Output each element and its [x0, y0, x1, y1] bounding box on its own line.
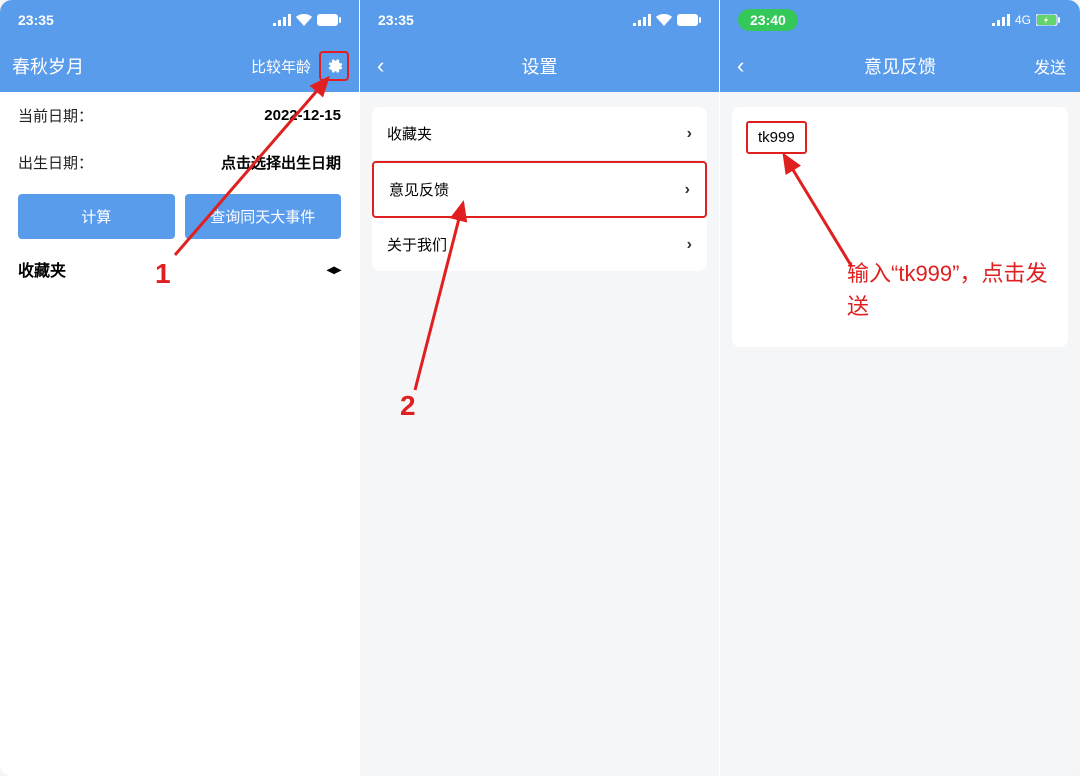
current-date-label: 当前日期：: [18, 105, 93, 126]
nav-bar: ‹ 意见反馈 发送: [720, 40, 1080, 92]
list-label: 收藏夹: [387, 123, 432, 144]
list-item-feedback[interactable]: 意见反馈 ›: [372, 161, 707, 218]
list-item-about[interactable]: 关于我们 ›: [372, 218, 707, 271]
nav-title: 设置: [522, 53, 558, 79]
birth-date-value: 点击选择出生日期: [221, 152, 341, 173]
status-bar: 23:35: [0, 0, 359, 40]
annotation-step-1: 1: [155, 258, 171, 290]
status-icons: 4G: [992, 13, 1062, 27]
settings-list: 收藏夹 › 意见反馈 › 关于我们 ›: [372, 107, 707, 271]
phone-settings: 23:35 ‹ 设置 收藏夹 › 意见反馈 › 关: [360, 0, 720, 776]
nav-title: 意见反馈: [864, 53, 936, 79]
gear-icon: [325, 57, 343, 75]
compare-age-link[interactable]: 比较年龄: [251, 56, 311, 77]
main-body: 当前日期： 2022-12-15 出生日期： 点击选择出生日期 计算 查询同天大…: [0, 92, 359, 299]
back-button[interactable]: ‹: [732, 53, 749, 79]
signal-icon: [273, 14, 291, 26]
favorites-section: 收藏夹 ◂▸: [18, 239, 341, 299]
annotation-step-2: 2: [400, 390, 416, 422]
chevron-right-icon: ›: [685, 181, 690, 199]
status-icons: [273, 14, 341, 26]
chevron-right-icon: ›: [687, 125, 692, 143]
query-events-button[interactable]: 查询同天大事件: [185, 194, 342, 239]
feedback-input-value: tk999: [746, 121, 807, 154]
list-label: 关于我们: [387, 234, 447, 255]
list-label: 意见反馈: [389, 179, 449, 200]
current-date-row: 当前日期： 2022-12-15: [18, 92, 341, 139]
status-bar: 23:35: [360, 0, 719, 40]
chevron-right-icon: ›: [687, 236, 692, 254]
back-button[interactable]: ‹: [372, 53, 389, 79]
app-title: 春秋岁月: [12, 53, 84, 79]
list-item-favorites[interactable]: 收藏夹 ›: [372, 107, 707, 161]
phone-main: 23:35 春秋岁月 比较年龄 当前日期： 2022-12-15 出生日期: [0, 0, 360, 776]
tutorial-screenshot-trio: i3综合社区 www.i3zh.com 23:35 春秋岁月 比较年龄: [0, 0, 1080, 776]
favorites-label: 收藏夹: [18, 257, 66, 281]
status-icons: [633, 14, 701, 26]
settings-button[interactable]: [319, 51, 349, 81]
nav-bar: ‹ 设置: [360, 40, 719, 92]
send-button[interactable]: 发送: [1034, 54, 1066, 78]
wifi-icon: [296, 14, 312, 26]
wifi-icon: [656, 14, 672, 26]
network-label: 4G: [1015, 13, 1031, 27]
feedback-body: tk999 输入“tk999”，点击发送: [720, 92, 1080, 776]
feedback-input-card[interactable]: tk999 输入“tk999”，点击发送: [732, 107, 1068, 347]
nav-bar: 春秋岁月 比较年龄: [0, 40, 359, 92]
button-row: 计算 查询同天大事件: [18, 194, 341, 239]
signal-icon: [633, 14, 651, 26]
status-time-pill: 23:40: [738, 9, 798, 31]
sort-toggle-icon[interactable]: ◂▸: [327, 261, 341, 278]
status-bar: 23:40 4G: [720, 0, 1080, 40]
status-time: 23:35: [18, 12, 54, 28]
current-date-value: 2022-12-15: [264, 107, 341, 124]
battery-charging-icon: [1036, 14, 1062, 26]
compute-button[interactable]: 计算: [18, 194, 175, 239]
status-time: 23:35: [378, 12, 414, 28]
phone-feedback: 23:40 4G ‹ 意见反馈 发送 tk999 输入“tk999”，点击发送: [720, 0, 1080, 776]
signal-icon: [992, 14, 1010, 26]
birth-date-label: 出生日期：: [18, 152, 93, 173]
annotation-instruction: 输入“tk999”，点击发送: [847, 257, 1057, 323]
battery-icon: [677, 14, 701, 26]
birth-date-row[interactable]: 出生日期： 点击选择出生日期: [18, 139, 341, 186]
settings-body: 收藏夹 › 意见反馈 › 关于我们 ›: [360, 92, 719, 776]
battery-icon: [317, 14, 341, 26]
